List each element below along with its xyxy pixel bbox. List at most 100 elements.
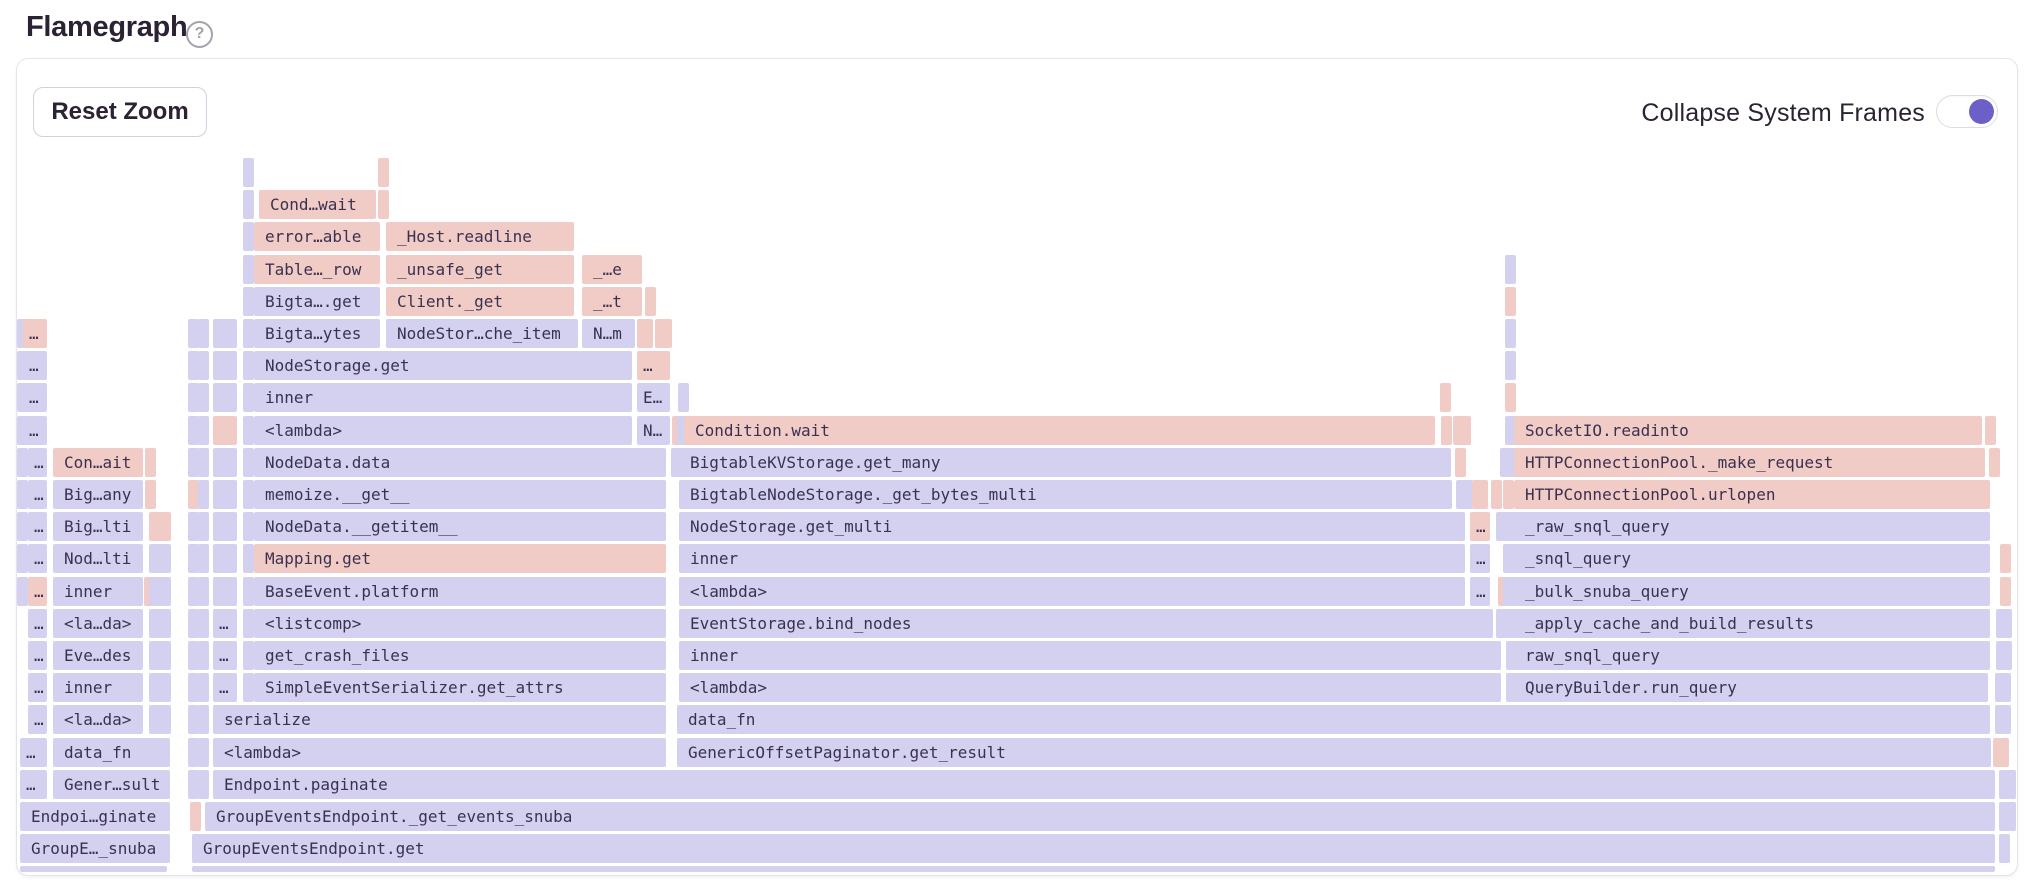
flamegraph-frame[interactable] xyxy=(1441,416,1452,445)
flamegraph-frame[interactable]: <lambda> xyxy=(254,416,632,445)
flamegraph-frame[interactable] xyxy=(198,705,209,734)
flamegraph-frame[interactable]: error…able xyxy=(254,222,380,251)
flamegraph-frame[interactable] xyxy=(2000,577,2011,606)
flamegraph-frame[interactable]: Endpoint.paginate xyxy=(213,770,1995,799)
flamegraph-frame[interactable]: <lambda> xyxy=(679,673,1501,702)
flamegraph-frame[interactable] xyxy=(243,255,254,284)
flamegraph-frame[interactable]: _apply_cache_and_build_results xyxy=(1514,609,1990,638)
flamegraph-frame[interactable] xyxy=(149,512,171,541)
flamegraph-frame[interactable]: … xyxy=(1470,577,1490,606)
flamegraph-frame[interactable] xyxy=(198,351,209,380)
flamegraph-frame[interactable] xyxy=(192,866,1995,872)
flamegraph-frame[interactable]: <lambda> xyxy=(213,738,666,767)
flamegraph-frame[interactable] xyxy=(243,319,254,348)
flamegraph-frame[interactable] xyxy=(213,416,237,445)
flamegraph-frame[interactable] xyxy=(243,641,254,670)
flamegraph-frame[interactable]: get_crash_files xyxy=(254,641,666,670)
flamegraph-frame[interactable]: Endpoi…ginate xyxy=(20,802,170,831)
flamegraph-frame[interactable] xyxy=(1999,834,2010,863)
flamegraph-frame[interactable]: E… xyxy=(637,383,670,412)
flamegraph-frame[interactable]: _raw_snql_query xyxy=(1514,512,1990,541)
flamegraph-frame[interactable]: GroupEventsEndpoint.get xyxy=(192,834,1995,863)
flamegraph-frame[interactable] xyxy=(213,383,237,412)
flamegraph-frame[interactable] xyxy=(678,383,689,412)
flamegraph-frame[interactable]: … xyxy=(28,577,47,606)
flamegraph-frame[interactable]: Bigta…ytes xyxy=(254,319,380,348)
flamegraph-frame[interactable]: … xyxy=(213,641,237,670)
flamegraph-frame[interactable] xyxy=(213,480,237,509)
flamegraph-frame[interactable]: … xyxy=(23,351,47,380)
flamegraph-frame[interactable] xyxy=(149,673,171,702)
flamegraph-frame[interactable] xyxy=(198,770,209,799)
flamegraph-frame[interactable]: inner xyxy=(679,544,1465,573)
flamegraph-frame[interactable] xyxy=(1989,448,2000,477)
flamegraph-frame[interactable]: HTTPConnectionPool.urlopen xyxy=(1514,480,1990,509)
flamegraph-frame[interactable] xyxy=(145,448,156,477)
flamegraph-frame[interactable] xyxy=(243,351,254,380)
flamegraph-frame[interactable] xyxy=(198,738,209,767)
flamegraph-frame[interactable] xyxy=(198,544,209,573)
flamegraph-frame[interactable]: BigtableKVStorage.get_many xyxy=(679,448,1451,477)
flamegraph-frame[interactable] xyxy=(637,319,653,348)
flamegraph-frame[interactable] xyxy=(198,512,209,541)
flamegraph-frame[interactable]: Con…ait xyxy=(53,448,143,477)
flamegraph-frame[interactable]: NodeStorage.get xyxy=(254,351,632,380)
flamegraph-frame[interactable] xyxy=(198,416,209,445)
flamegraph-frame[interactable]: inner xyxy=(254,383,632,412)
flamegraph-frame[interactable]: BigtableNodeStorage._get_bytes_multi xyxy=(679,480,1452,509)
flamegraph-frame[interactable]: N…m xyxy=(582,319,635,348)
flamegraph-frame[interactable]: _unsafe_get xyxy=(386,255,574,284)
flamegraph-frame[interactable]: … xyxy=(28,544,47,573)
flamegraph-frame[interactable] xyxy=(1505,255,1516,284)
flamegraph-frame[interactable] xyxy=(17,448,28,477)
flamegraph-frame[interactable] xyxy=(1505,319,1516,348)
flamegraph-frame[interactable]: … xyxy=(28,641,47,670)
flamegraph-frame[interactable] xyxy=(2000,544,2011,573)
flamegraph-frame[interactable] xyxy=(213,351,237,380)
flamegraph-frame[interactable] xyxy=(378,158,389,187)
flamegraph-frame[interactable] xyxy=(645,287,656,316)
flamegraph-frame[interactable]: … xyxy=(20,770,47,799)
flamegraph-frame[interactable]: … xyxy=(23,416,47,445)
flamegraph-frame[interactable]: Condition.wait xyxy=(684,416,1435,445)
flamegraph-frame[interactable]: _Host.readline xyxy=(386,222,574,251)
flamegraph-frame[interactable] xyxy=(198,448,209,477)
flamegraph-frame[interactable]: HTTPConnectionPool._make_request xyxy=(1514,448,1985,477)
flamegraph-frame[interactable]: raw_snql_query xyxy=(1514,641,1990,670)
flamegraph-frame[interactable]: _…t xyxy=(582,287,642,316)
flamegraph-frame[interactable]: EventStorage.bind_nodes xyxy=(679,609,1493,638)
flamegraph-frame[interactable]: BaseEvent.platform xyxy=(254,577,666,606)
flamegraph-frame[interactable] xyxy=(198,480,209,509)
flamegraph-frame[interactable] xyxy=(1985,416,1996,445)
flamegraph-frame[interactable] xyxy=(243,448,254,477)
flamegraph-frame[interactable] xyxy=(213,512,237,541)
flamegraph-frame[interactable] xyxy=(213,448,237,477)
flamegraph-frame[interactable] xyxy=(1460,416,1471,445)
flamegraph-frame[interactable]: inner xyxy=(679,641,1501,670)
flamegraph-frame[interactable] xyxy=(1491,480,1502,509)
flamegraph-frame[interactable]: Nod…lti xyxy=(53,544,143,573)
flamegraph-frame[interactable]: serialize xyxy=(213,705,666,734)
flamegraph-frame[interactable] xyxy=(149,577,171,606)
flamegraph-frame[interactable] xyxy=(198,609,209,638)
flamegraph-frame[interactable] xyxy=(145,480,156,509)
flamegraph-frame[interactable] xyxy=(149,544,171,573)
flamegraph-frame[interactable] xyxy=(1503,480,1514,509)
flamegraph-frame[interactable] xyxy=(190,802,201,831)
flamegraph-frame[interactable]: data_fn xyxy=(53,738,170,767)
flamegraph-frame[interactable] xyxy=(243,222,254,251)
flamegraph-frame[interactable] xyxy=(2000,705,2011,734)
flamegraph-frame[interactable] xyxy=(149,609,171,638)
flamegraph-frame[interactable]: inner xyxy=(53,577,143,606)
flamegraph-frame[interactable] xyxy=(2005,802,2016,831)
flamegraph-frame[interactable] xyxy=(213,577,237,606)
flamegraph-frame[interactable]: memoize.__get__ xyxy=(254,480,666,509)
flamegraph-frame[interactable]: … xyxy=(213,609,237,638)
flamegraph-frame[interactable]: GroupE…_snuba xyxy=(20,834,170,863)
flamegraph-frame[interactable] xyxy=(243,609,254,638)
flamegraph-frame[interactable] xyxy=(17,577,28,606)
flamegraph-frame[interactable] xyxy=(243,480,254,509)
flamegraph-frame[interactable] xyxy=(213,319,237,348)
flamegraph-frame[interactable]: data_fn xyxy=(677,705,1990,734)
flamegraph-frame[interactable]: inner xyxy=(53,673,143,702)
